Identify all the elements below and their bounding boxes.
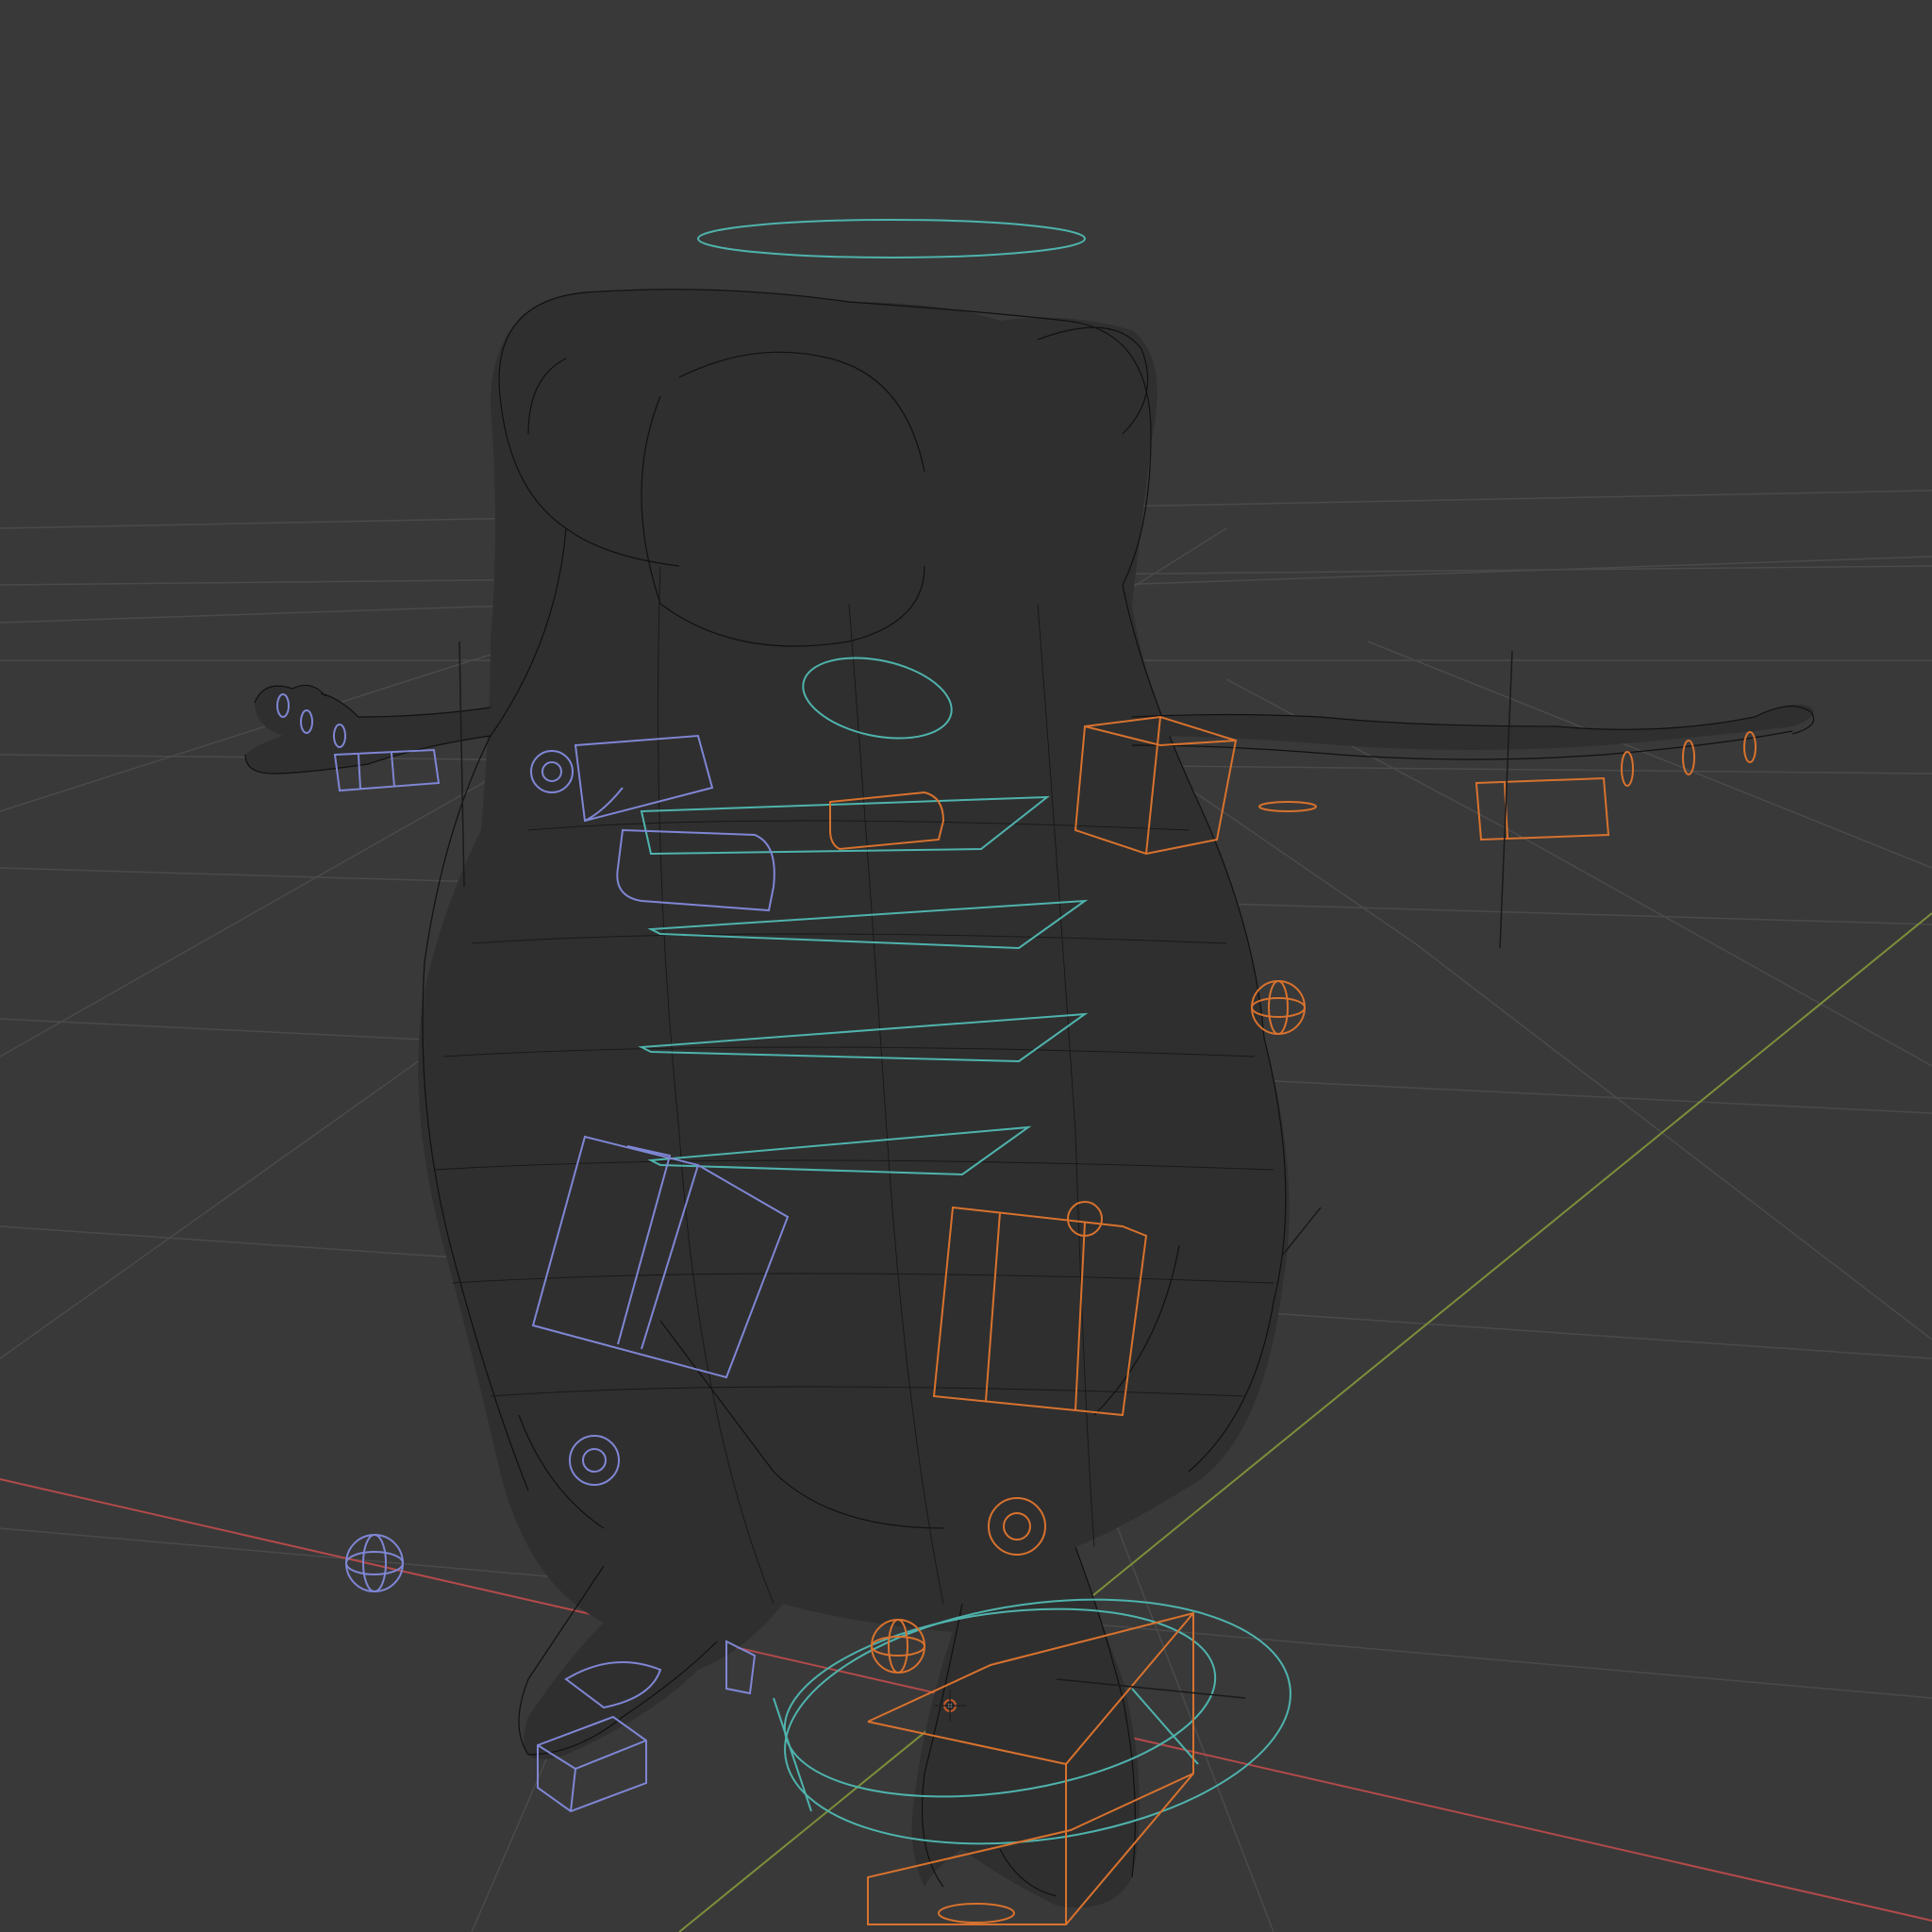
root-arrow-right [1131, 1688, 1199, 1765]
character-mesh[interactable] [244, 289, 1815, 1908]
knee-pole-right-ring-v [888, 1619, 908, 1674]
head-control-ring[interactable] [697, 219, 1086, 258]
finger-control-right-1[interactable] [1621, 751, 1634, 787]
hand-ik-control-right[interactable] [1474, 776, 1610, 841]
3d-viewport[interactable] [0, 0, 1932, 1932]
root-arrow-left [773, 1697, 812, 1812]
heel-control-right[interactable] [938, 1903, 1015, 1924]
viewport-canvas[interactable] [0, 0, 1932, 1932]
finger-control-right-3[interactable] [1743, 731, 1757, 763]
wrist-control-right[interactable] [1258, 801, 1317, 812]
elbow-pole-right-ring-v [1268, 980, 1289, 1035]
